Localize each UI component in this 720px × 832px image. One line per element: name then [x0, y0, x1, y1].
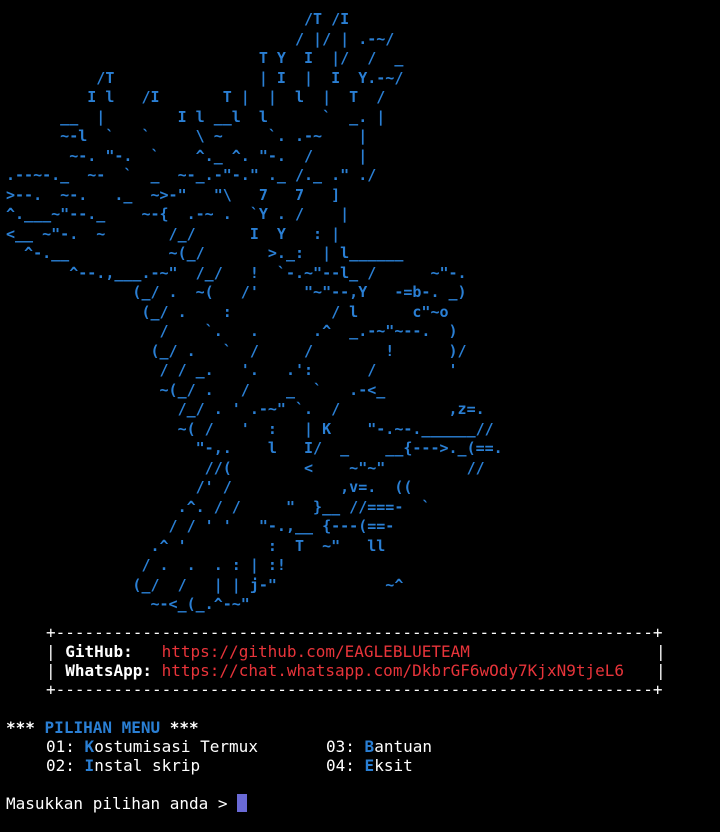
- menu-item-number: 04:: [326, 756, 355, 775]
- box-pipe-right: |: [656, 661, 666, 680]
- menu-stars-left: ***: [6, 718, 35, 737]
- github-link[interactable]: https://github.com/EAGLEBLUETEAM: [162, 642, 470, 661]
- menu-item-label: antuan: [374, 737, 432, 756]
- info-box-bottom-border: +---------------------------------------…: [46, 680, 663, 699]
- menu-item-label: nstal skrip: [94, 756, 201, 775]
- menu-title: PILIHAN MENU: [44, 718, 161, 737]
- box-pipe-left: |: [46, 642, 56, 661]
- github-label: GitHub:: [65, 642, 133, 661]
- menu-item-instal[interactable]: 02: Instal skrip: [46, 756, 200, 776]
- menu-item-label: ksit: [374, 756, 413, 775]
- box-pipe-left: |: [46, 661, 56, 680]
- info-box-top-border: +---------------------------------------…: [46, 623, 663, 642]
- menu-item-eksit[interactable]: 04: Eksit: [326, 756, 413, 776]
- menu-heading: *** PILIHAN MENU ***: [6, 718, 199, 738]
- menu-item-bantuan[interactable]: 03: Bantuan: [326, 737, 432, 757]
- menu-stars-right: ***: [169, 718, 199, 737]
- eagle-ascii-art: /T /I / |/ | .-~/ T Y I |/ / _ /T | I | …: [6, 10, 503, 613]
- menu-item-key: B: [364, 737, 375, 756]
- input-prompt-line[interactable]: Masukkan pilihan anda >: [6, 794, 248, 814]
- menu-item-key: E: [364, 756, 375, 775]
- menu-item-kostumisasi[interactable]: 01: Kostumisasi Termux: [46, 737, 258, 757]
- menu-item-label: ostumisasi Termux: [94, 737, 258, 756]
- menu-item-number: 03:: [326, 737, 355, 756]
- box-pipe-right: |: [656, 642, 666, 661]
- whatsapp-label: WhatsApp:: [65, 661, 152, 680]
- whatsapp-link[interactable]: https://chat.whatsapp.com/DkbrGF6wOdy7Kj…: [162, 661, 624, 680]
- prompt-text: Masukkan pilihan anda >: [6, 794, 238, 813]
- menu-item-number: 01:: [46, 737, 75, 756]
- menu-item-key: K: [84, 737, 95, 756]
- menu-item-number: 02:: [46, 756, 75, 775]
- menu-item-key: I: [84, 756, 95, 775]
- info-box-whatsapp-row: | WhatsApp: https://chat.whatsapp.com/Dk…: [46, 661, 624, 681]
- info-box-github-row: | GitHub: https://github.com/EAGLEBLUETE…: [46, 642, 470, 662]
- text-cursor[interactable]: [237, 794, 248, 812]
